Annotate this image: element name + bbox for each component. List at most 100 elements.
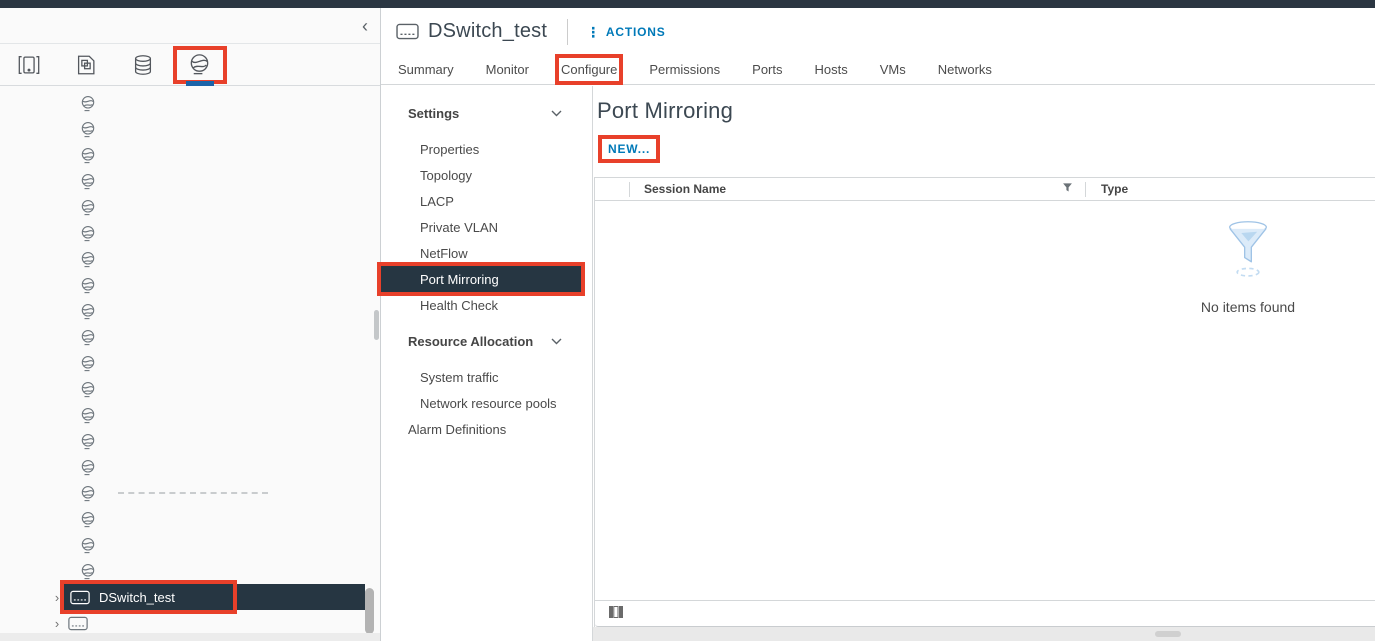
table-footer [595, 600, 1375, 627]
network-inventory-tree: › DSwitch_test › [0, 88, 380, 633]
window-top-bar [0, 0, 1375, 8]
dswitch-node[interactable]: DSwitch_test [64, 584, 233, 610]
settings-section-resource-allocation[interactable]: Resource Allocation [381, 328, 592, 354]
tree-item-network[interactable] [0, 454, 380, 480]
network-globe-icon [80, 329, 96, 346]
network-globe-icon [80, 459, 96, 476]
filter-icon[interactable] [1062, 182, 1073, 196]
tree-item-dswitch[interactable]: › DSwitch_test [0, 584, 380, 610]
tree-horizontal-scrollbar-track[interactable] [0, 633, 380, 641]
tab-networks[interactable]: Networks [936, 58, 994, 81]
tree-item-network[interactable] [0, 116, 380, 142]
network-globe-icon [80, 147, 96, 164]
tree-selected-row[interactable]: DSwitch_test [64, 584, 365, 610]
empty-state-message: No items found [1168, 299, 1328, 315]
dswitch-icon [70, 590, 90, 605]
tree-item-network[interactable] [0, 428, 380, 454]
settings-item-netflow[interactable]: NetFlow [381, 240, 592, 266]
tab-monitor[interactable]: Monitor [484, 58, 531, 81]
tree-item-network[interactable] [0, 506, 380, 532]
settings-item-system-traffic[interactable]: System traffic [381, 364, 592, 390]
collapse-panel-button[interactable]: ‹ [362, 17, 368, 35]
panel-resize-handle[interactable] [374, 310, 379, 340]
settings-item-alarm-definitions[interactable]: Alarm Definitions [381, 416, 592, 442]
tree-item-network[interactable] [0, 220, 380, 246]
tree-item-network[interactable] [0, 168, 380, 194]
settings-item-private-vlan[interactable]: Private VLAN [381, 214, 592, 240]
tree-item-label: DSwitch_test [99, 590, 175, 605]
column-selector-button[interactable] [608, 605, 624, 622]
main-area: DSwitch_test ⋮ ACTIONS Summary Monitor Con… [381, 8, 1375, 641]
session-name-column-header[interactable]: Session Name [630, 182, 1086, 197]
tab-summary[interactable]: Summary [396, 58, 456, 81]
tree-item-network[interactable] [0, 272, 380, 298]
tree-item-dswitch[interactable]: › [0, 610, 380, 633]
network-globe-icon [80, 355, 96, 372]
tab-permissions[interactable]: Permissions [647, 58, 722, 81]
tab-ports[interactable]: Ports [750, 58, 784, 81]
column-selector-icon [608, 605, 624, 622]
tree-item-network[interactable] [0, 558, 380, 584]
tree-item-network[interactable] [0, 532, 380, 558]
nav-tab-hosts-and-clusters[interactable] [6, 50, 52, 80]
dswitch-icon [396, 23, 419, 40]
settings-item-network-resource-pools[interactable]: Network resource pools [381, 390, 592, 416]
network-globe-icon [80, 537, 96, 554]
content-horizontal-scrollbar-thumb[interactable] [1155, 631, 1181, 637]
tree-item-network[interactable] [0, 90, 380, 116]
settings-item-properties[interactable]: Properties [381, 136, 592, 162]
configure-content: Port Mirroring NEW... Session Name Type [593, 86, 1375, 641]
settings-item-port-mirroring[interactable]: Port Mirroring [381, 266, 581, 292]
type-column-header[interactable]: Type [1086, 182, 1375, 196]
content-horizontal-scrollbar-track[interactable] [593, 627, 1375, 641]
expand-chevron-icon[interactable]: › [50, 590, 64, 605]
dswitch-icon [68, 616, 88, 631]
network-globe-icon [80, 121, 96, 138]
tree-item-network[interactable] [0, 376, 380, 402]
section-label: Resource Allocation [408, 334, 533, 349]
tree-item-network[interactable] [0, 142, 380, 168]
configure-settings-nav: Settings PropertiesTopologyLACPPrivate VL… [381, 86, 593, 641]
settings-item-health-check[interactable]: Health Check [381, 292, 592, 318]
network-globe-icon [80, 303, 96, 320]
selection-column-header [595, 182, 630, 197]
object-tab-bar: Summary Monitor Configure Permissions Ports H… [381, 55, 1375, 85]
tree-item-network[interactable] [0, 402, 380, 428]
nav-tab-vms-and-templates[interactable] [63, 50, 109, 80]
tab-configure[interactable]: Configure [559, 58, 619, 81]
settings-section-settings[interactable]: Settings [381, 100, 592, 126]
network-globe-icon [80, 95, 96, 112]
empty-state: No items found [1168, 217, 1328, 315]
table-body: No items found [595, 201, 1375, 600]
page-object-title: DSwitch_test [428, 20, 547, 43]
network-globe-icon [80, 277, 96, 294]
nav-tab-networking[interactable] [177, 50, 223, 80]
network-globe-icon [80, 407, 96, 424]
tab-hosts[interactable]: Hosts [813, 58, 850, 81]
network-globe-icon [80, 199, 96, 216]
tree-item-network[interactable] [0, 298, 380, 324]
settings-item-lacp[interactable]: LACP [381, 188, 592, 214]
networking-icon [187, 52, 212, 77]
object-navigator-panel: ‹ › DSwitch_test › [0, 8, 381, 641]
expand-chevron-icon[interactable]: › [50, 616, 64, 631]
tree-loading-dashes [118, 492, 268, 494]
navigator-collapse-bar: ‹ [0, 8, 380, 44]
tree-item-network[interactable] [0, 246, 380, 272]
actions-menu-icon: ⋮ [586, 25, 601, 39]
network-globe-icon [80, 225, 96, 242]
tree-item-network[interactable] [0, 350, 380, 376]
settings-item-topology[interactable]: Topology [381, 162, 592, 188]
session-name-label: Session Name [644, 182, 726, 196]
tab-vms[interactable]: VMs [878, 58, 908, 81]
chevron-down-icon [551, 110, 562, 117]
new-session-button[interactable]: NEW... [602, 139, 656, 159]
object-header: DSwitch_test ⋮ ACTIONS [381, 8, 1375, 55]
actions-menu-button[interactable]: ⋮ ACTIONS [586, 25, 665, 39]
vms-and-templates-icon [74, 53, 98, 77]
tree-item-network[interactable] [0, 194, 380, 220]
nav-tab-storage[interactable] [120, 50, 166, 80]
tree-item-network[interactable] [0, 324, 380, 350]
tree-vertical-scrollbar[interactable] [365, 588, 374, 634]
network-globe-icon [80, 563, 96, 580]
